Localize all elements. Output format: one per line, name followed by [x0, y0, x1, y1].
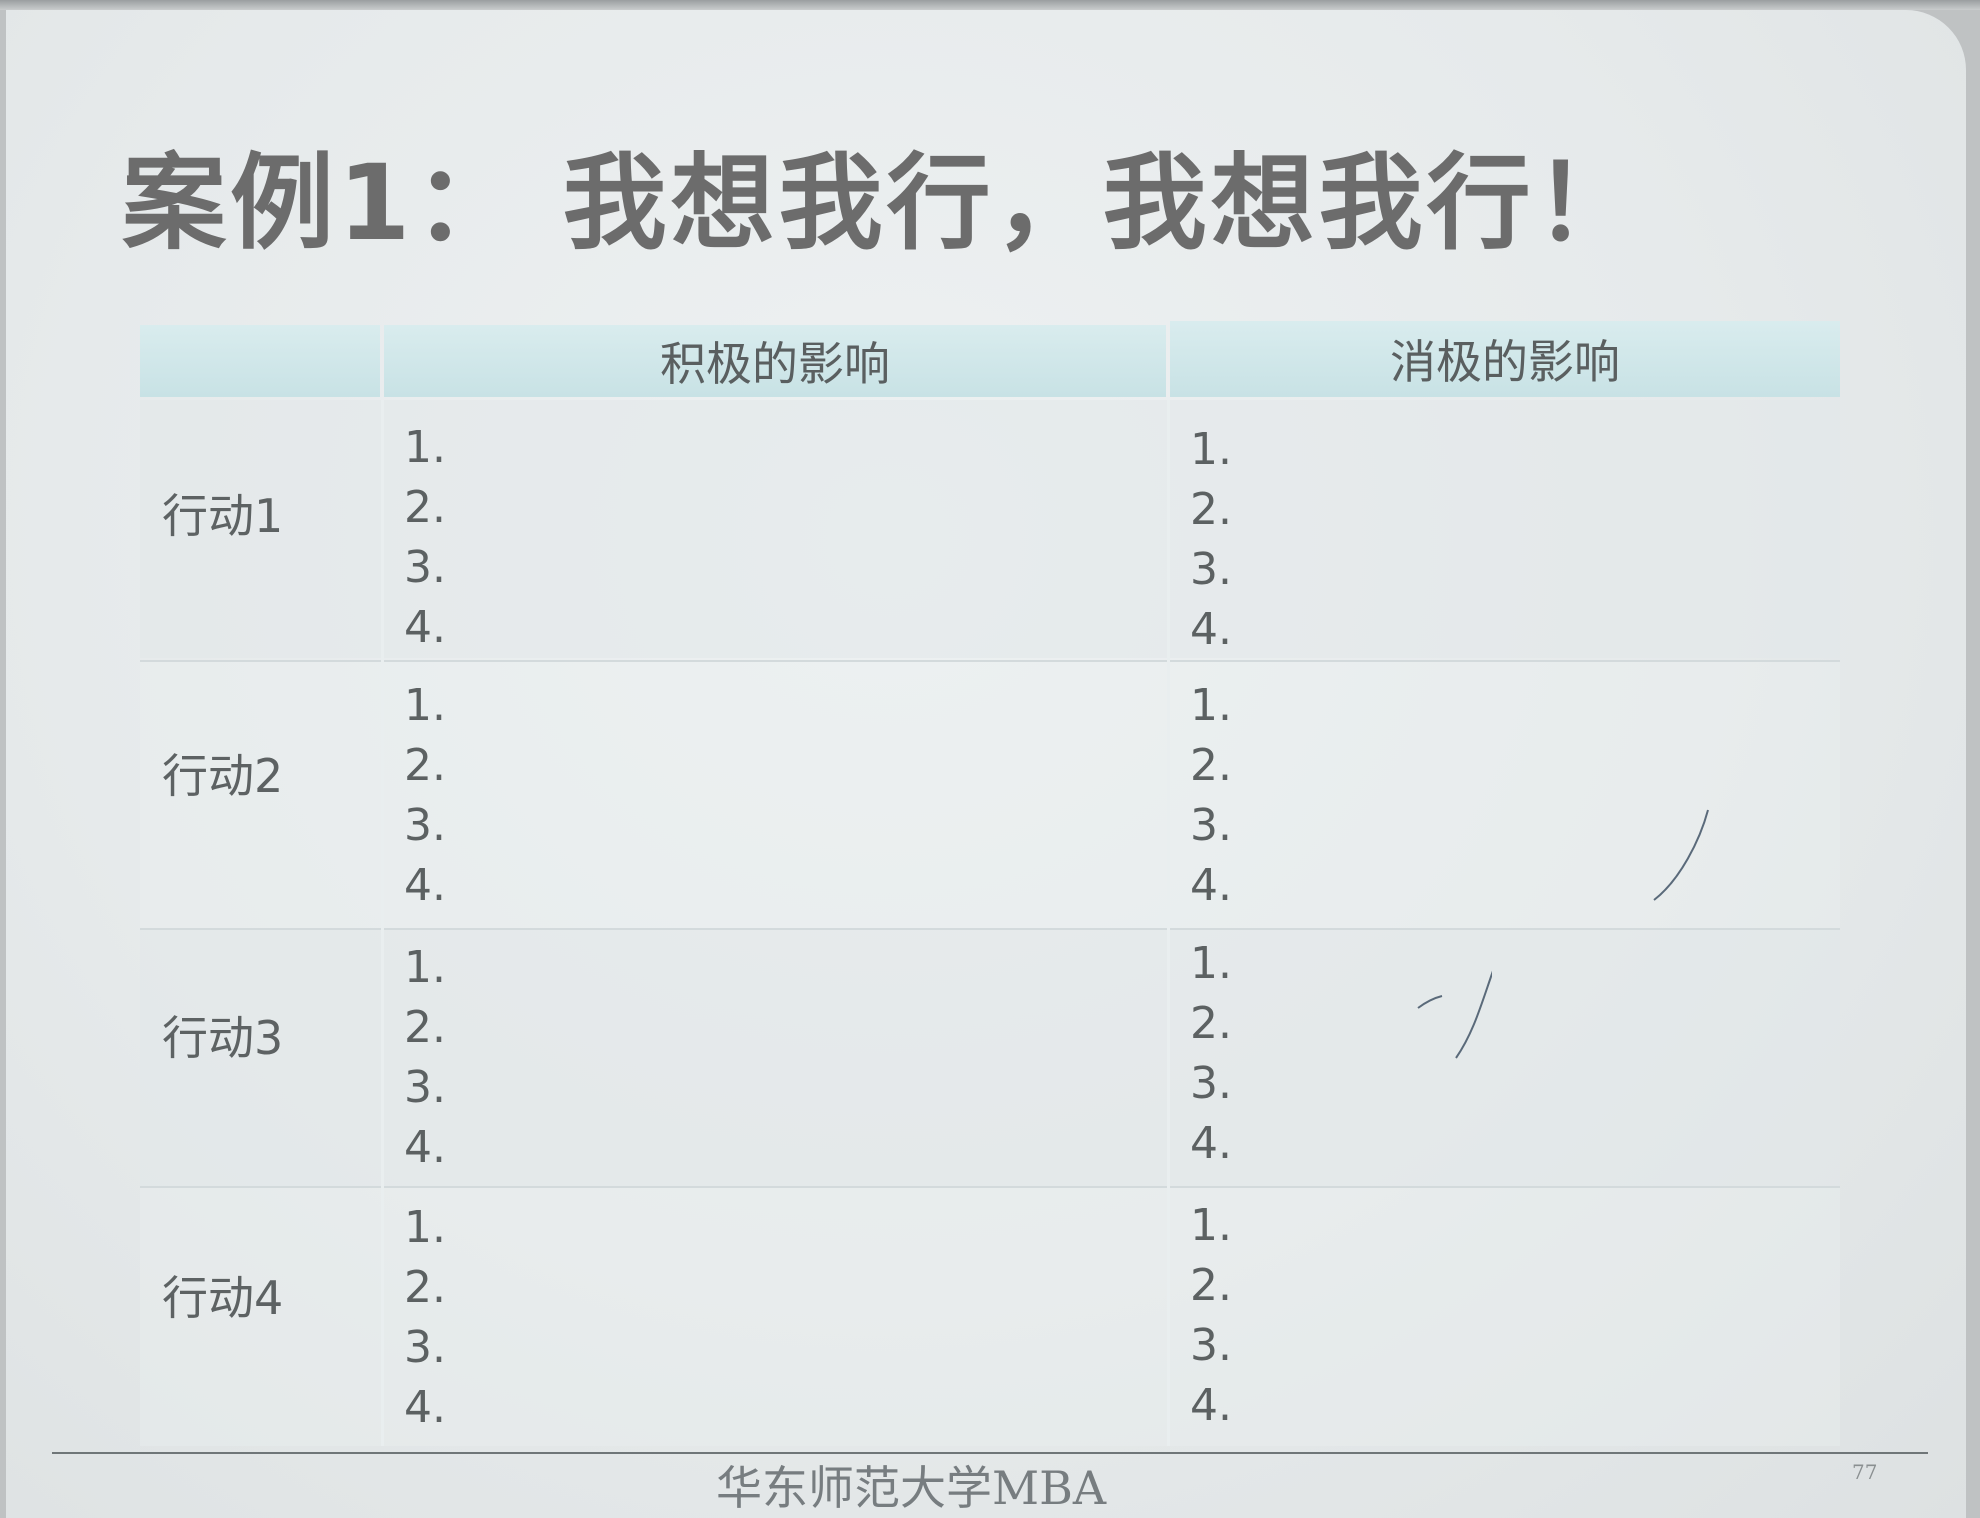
list-item: 4. — [1190, 1118, 1232, 1169]
column-divider — [381, 400, 384, 1446]
list-item: 4. — [404, 1122, 446, 1173]
list-item: 3. — [1190, 800, 1232, 851]
list-item: 4. — [404, 860, 446, 911]
list-item: 2. — [404, 1262, 446, 1313]
positive-list-action-3: 1. 2. 3. 4. — [404, 938, 446, 1178]
list-item: 3. — [1190, 1320, 1232, 1371]
list-item: 3. — [404, 542, 446, 593]
list-item: 2. — [1190, 1260, 1232, 1311]
list-item: 1. — [1190, 424, 1232, 475]
list-item: 4. — [1190, 860, 1232, 911]
positive-list-action-1: 1. 2. 3. 4. — [404, 418, 446, 658]
negative-list-action-3: 1. 2. 3. 4. — [1190, 934, 1232, 1174]
table-header-corner — [140, 325, 380, 397]
table-row-band-1 — [140, 400, 1840, 658]
row-label-action-1: 行动1 — [162, 489, 284, 543]
list-item: 3. — [1190, 544, 1232, 595]
positive-list-action-4: 1. 2. 3. 4. — [404, 1198, 446, 1438]
list-item: 4. — [404, 1382, 446, 1433]
list-item: 2. — [404, 740, 446, 791]
list-item: 3. — [1190, 1058, 1232, 1109]
table-row-band-2 — [140, 662, 1840, 928]
list-item: 3. — [404, 1062, 446, 1113]
page-number: 77 — [1852, 1460, 1878, 1484]
negative-list-action-2: 1. 2. 3. 4. — [1190, 676, 1232, 916]
column-divider — [1167, 400, 1170, 1446]
negative-list-action-1: 1. 2. 3. 4. — [1190, 420, 1232, 660]
table-header-positive: 积极的影响 — [384, 325, 1166, 397]
list-item: 4. — [1190, 1380, 1232, 1431]
list-item: 1. — [1190, 680, 1232, 731]
row-label-action-2: 行动2 — [162, 749, 284, 803]
table-header-negative: 消极的影响 — [1170, 321, 1840, 397]
list-item: 1. — [1190, 1200, 1232, 1251]
list-item: 2. — [1190, 484, 1232, 535]
list-item: 1. — [1190, 938, 1232, 989]
row-label-action-3: 行动3 — [162, 1011, 284, 1065]
screen-top-edge — [0, 0, 1980, 10]
list-item: 1. — [404, 1202, 446, 1253]
list-item: 1. — [404, 942, 446, 993]
list-item: 3. — [404, 800, 446, 851]
list-item: 1. — [404, 680, 446, 731]
slide-title: 案例1： 我想我行，我想我行！ — [122, 142, 1643, 264]
negative-list-action-4: 1. 2. 3. 4. — [1190, 1196, 1232, 1436]
table-row-band-4 — [140, 1188, 1840, 1446]
list-item: 3. — [404, 1322, 446, 1373]
footer-institution: 华东师范大学MBA — [716, 1461, 1107, 1515]
row-divider — [140, 928, 1840, 930]
row-divider — [140, 1186, 1840, 1188]
list-item: 2. — [404, 1002, 446, 1053]
row-divider — [140, 660, 1840, 662]
list-item: 1. — [404, 422, 446, 473]
positive-list-action-2: 1. 2. 3. 4. — [404, 676, 446, 916]
row-label-action-4: 行动4 — [162, 1271, 284, 1325]
table-row-band-3 — [140, 930, 1840, 1186]
list-item: 4. — [404, 602, 446, 653]
list-item: 2. — [1190, 740, 1232, 791]
list-item: 2. — [1190, 998, 1232, 1049]
list-item: 4. — [1190, 604, 1232, 655]
list-item: 2. — [404, 482, 446, 533]
